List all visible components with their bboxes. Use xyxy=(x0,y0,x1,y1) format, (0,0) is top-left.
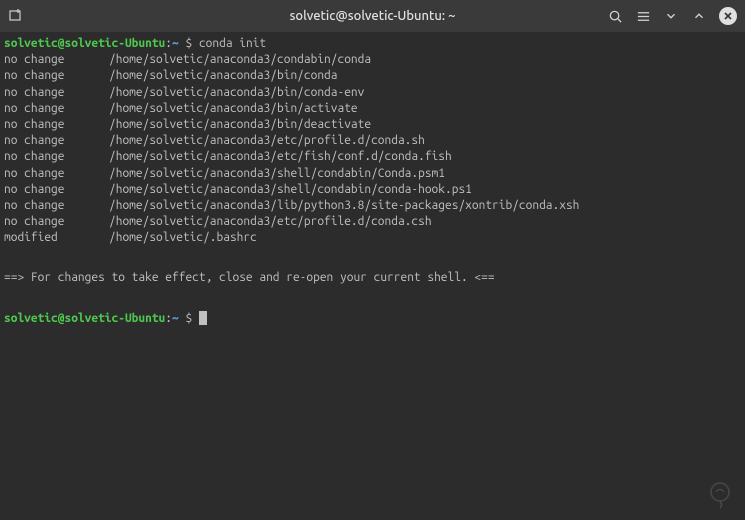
prompt-colon: : xyxy=(165,312,172,325)
maximize-icon[interactable] xyxy=(691,8,707,24)
output-status: no change xyxy=(4,133,109,149)
titlebar-left xyxy=(8,8,24,24)
output-status: no change xyxy=(4,85,109,101)
output-container: no change/home/solvetic/anaconda3/condab… xyxy=(4,52,741,246)
prompt-path: ~ xyxy=(172,312,179,325)
prompt-line-2: solvetic@solvetic-Ubuntu:~ $ xyxy=(4,311,741,327)
output-line: no change/home/solvetic/anaconda3/etc/pr… xyxy=(4,133,741,149)
output-status: no change xyxy=(4,101,109,117)
new-tab-icon[interactable] xyxy=(8,8,24,24)
output-line: no change/home/solvetic/anaconda3/etc/fi… xyxy=(4,149,741,165)
close-icon[interactable] xyxy=(719,7,737,25)
output-path: /home/solvetic/anaconda3/shell/condabin/… xyxy=(109,183,472,196)
output-path: /home/solvetic/anaconda3/etc/fish/conf.d… xyxy=(109,150,452,163)
output-path: /home/solvetic/anaconda3/etc/profile.d/c… xyxy=(109,215,432,228)
prompt-symbol: $ xyxy=(179,37,199,50)
menu-icon[interactable] xyxy=(635,8,651,24)
blank-line xyxy=(4,246,741,262)
output-line: no change/home/solvetic/anaconda3/bin/ac… xyxy=(4,101,741,117)
output-path: /home/solvetic/anaconda3/condabin/conda xyxy=(109,53,371,66)
output-line: no change/home/solvetic/anaconda3/shell/… xyxy=(4,182,741,198)
output-status: no change xyxy=(4,52,109,68)
output-status: no change xyxy=(4,117,109,133)
output-status: no change xyxy=(4,198,109,214)
output-line: no change/home/solvetic/anaconda3/etc/pr… xyxy=(4,214,741,230)
blank-line xyxy=(4,295,741,311)
output-status: modified xyxy=(4,230,109,246)
prompt-user-host: solvetic@solvetic-Ubuntu xyxy=(4,312,165,325)
output-status: no change xyxy=(4,68,109,84)
titlebar-right xyxy=(607,7,737,25)
prompt-user-host: solvetic@solvetic-Ubuntu xyxy=(4,37,165,50)
output-path: /home/solvetic/anaconda3/lib/python3.8/s… xyxy=(109,199,579,212)
command-text: conda init xyxy=(199,37,266,50)
prompt-line-1: solvetic@solvetic-Ubuntu:~ $ conda init xyxy=(4,36,741,52)
prompt-path: ~ xyxy=(172,37,179,50)
window-title: solvetic@solvetic-Ubuntu: ~ xyxy=(290,9,456,23)
output-line: modified/home/solvetic/.bashrc xyxy=(4,230,741,246)
output-path: /home/solvetic/anaconda3/bin/activate xyxy=(109,102,358,115)
output-path: /home/solvetic/anaconda3/bin/conda xyxy=(109,69,337,82)
output-line: no change/home/solvetic/anaconda3/lib/py… xyxy=(4,198,741,214)
output-status: no change xyxy=(4,182,109,198)
output-status: no change xyxy=(4,149,109,165)
prompt-symbol: $ xyxy=(179,312,199,325)
cursor xyxy=(199,311,207,325)
search-icon[interactable] xyxy=(607,8,623,24)
output-path: /home/solvetic/anaconda3/bin/conda-env xyxy=(109,86,364,99)
output-path: /home/solvetic/anaconda3/shell/condabin/… xyxy=(109,167,445,180)
output-line: no change/home/solvetic/anaconda3/shell/… xyxy=(4,166,741,182)
prompt-colon: : xyxy=(165,37,172,50)
watermark-icon xyxy=(705,480,735,510)
output-line: no change/home/solvetic/anaconda3/condab… xyxy=(4,52,741,68)
terminal-content[interactable]: solvetic@solvetic-Ubuntu:~ $ conda init … xyxy=(0,32,745,331)
output-path: /home/solvetic/anaconda3/bin/deactivate xyxy=(109,118,371,131)
output-line: no change/home/solvetic/anaconda3/bin/co… xyxy=(4,68,741,84)
output-path: /home/solvetic/.bashrc xyxy=(109,231,257,244)
titlebar: solvetic@solvetic-Ubuntu: ~ xyxy=(0,0,745,32)
output-path: /home/solvetic/anaconda3/etc/profile.d/c… xyxy=(109,134,425,147)
output-line: no change/home/solvetic/anaconda3/bin/co… xyxy=(4,85,741,101)
notice-line: ==> For changes to take effect, close an… xyxy=(4,270,741,286)
output-status: no change xyxy=(4,166,109,182)
minimize-icon[interactable] xyxy=(663,8,679,24)
output-line: no change/home/solvetic/anaconda3/bin/de… xyxy=(4,117,741,133)
output-status: no change xyxy=(4,214,109,230)
